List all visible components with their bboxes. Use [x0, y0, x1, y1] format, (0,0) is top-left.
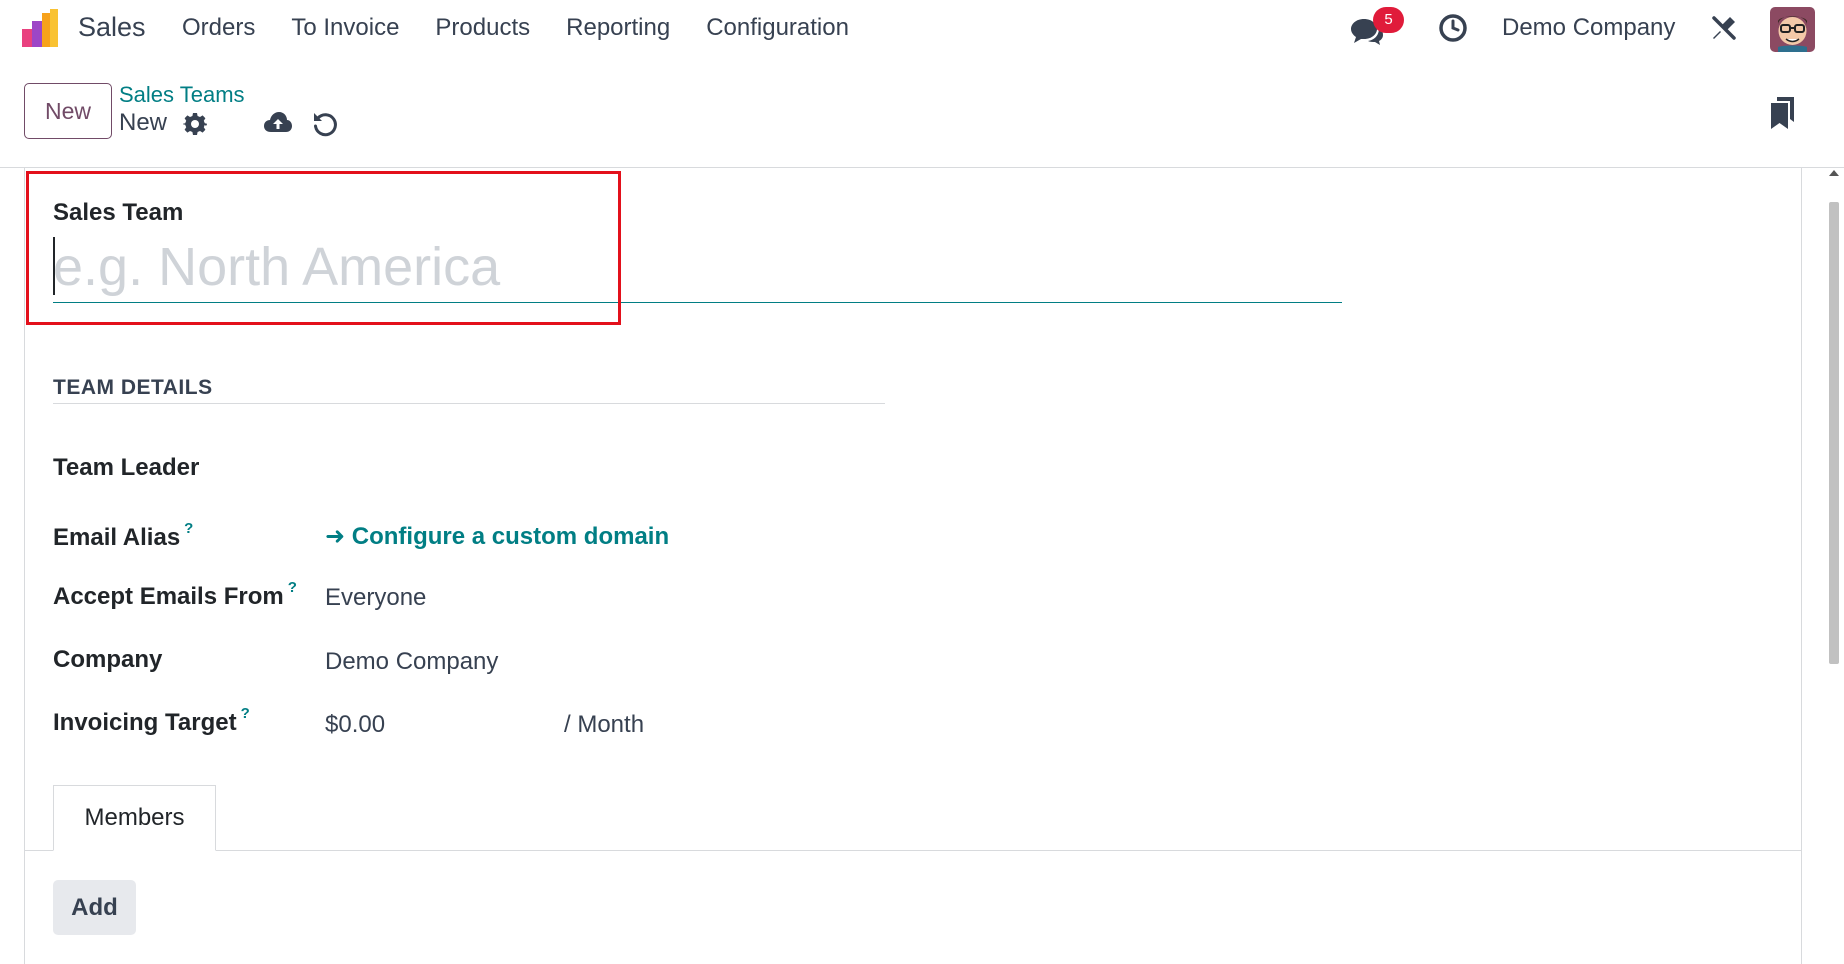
scroll-up-arrow-icon[interactable] [1829, 170, 1839, 176]
menu-item-reporting[interactable]: Reporting [566, 14, 670, 42]
user-avatar[interactable] [1770, 7, 1815, 52]
scroll-thumb[interactable] [1829, 202, 1839, 664]
new-button[interactable]: New [24, 83, 112, 139]
accept-emails-label-text: Accept Emails From [53, 583, 284, 610]
sales-team-field [53, 233, 1342, 303]
clock-icon[interactable] [1438, 13, 1468, 43]
top-navbar: Sales Orders To Invoice Products Reporti… [0, 0, 1844, 58]
email-alias-label: Email Alias? [53, 520, 193, 552]
tabs-divider [24, 850, 1802, 851]
invoicing-target-help-icon[interactable]: ? [241, 705, 250, 722]
gear-icon[interactable] [183, 112, 207, 136]
menu-item-configuration[interactable]: Configuration [706, 14, 849, 42]
scrollbar[interactable] [1824, 168, 1844, 964]
team-leader-label: Team Leader [53, 454, 200, 481]
sales-team-label: Sales Team [53, 199, 184, 226]
cloud-upload-icon[interactable] [263, 110, 293, 136]
invoicing-target-label-text: Invoicing Target [53, 709, 237, 736]
accept-emails-help-icon[interactable]: ? [288, 579, 297, 596]
add-member-button[interactable]: Add [53, 880, 136, 935]
invoicing-period-label: / Month [564, 711, 645, 738]
discard-changes-icon[interactable] [311, 110, 339, 138]
text-caret [53, 237, 55, 295]
breadcrumb-sales-teams[interactable]: Sales Teams [119, 82, 245, 108]
menu-item-to-invoice[interactable]: To Invoice [291, 14, 399, 42]
accept-emails-select[interactable]: Everyone [325, 584, 426, 612]
tab-members[interactable]: Members [53, 785, 216, 851]
control-panel: New Sales Teams New [0, 58, 1844, 168]
accept-emails-label: Accept Emails From? [53, 579, 297, 611]
main-menu: Orders To Invoice Products Reporting Con… [182, 14, 885, 42]
sales-team-input[interactable] [53, 233, 1342, 301]
menu-item-products[interactable]: Products [435, 14, 530, 42]
invoicing-target-label: Invoicing Target? [53, 705, 250, 737]
section-divider [53, 403, 885, 404]
email-alias-label-text: Email Alias [53, 524, 181, 551]
knowledge-bookmark-icon[interactable] [1768, 96, 1796, 130]
chat-badge: 5 [1373, 7, 1404, 33]
email-alias-help-icon[interactable]: ? [184, 520, 193, 537]
company-field[interactable]: Demo Company [325, 648, 498, 676]
invoicing-target-input[interactable]: $0.00 [325, 711, 385, 739]
company-switcher[interactable]: Demo Company [1502, 14, 1675, 42]
team-details-heading: TEAM DETAILS [53, 376, 213, 399]
company-label: Company [53, 646, 163, 673]
debug-tools-icon[interactable] [1710, 14, 1738, 42]
configure-custom-domain-link[interactable]: ➜ Configure a custom domain [325, 522, 669, 551]
breadcrumb-current: New [119, 109, 168, 136]
sales-app-logo-icon[interactable] [22, 9, 62, 49]
menu-item-orders[interactable]: Orders [182, 14, 255, 42]
app-name[interactable]: Sales [78, 12, 146, 43]
